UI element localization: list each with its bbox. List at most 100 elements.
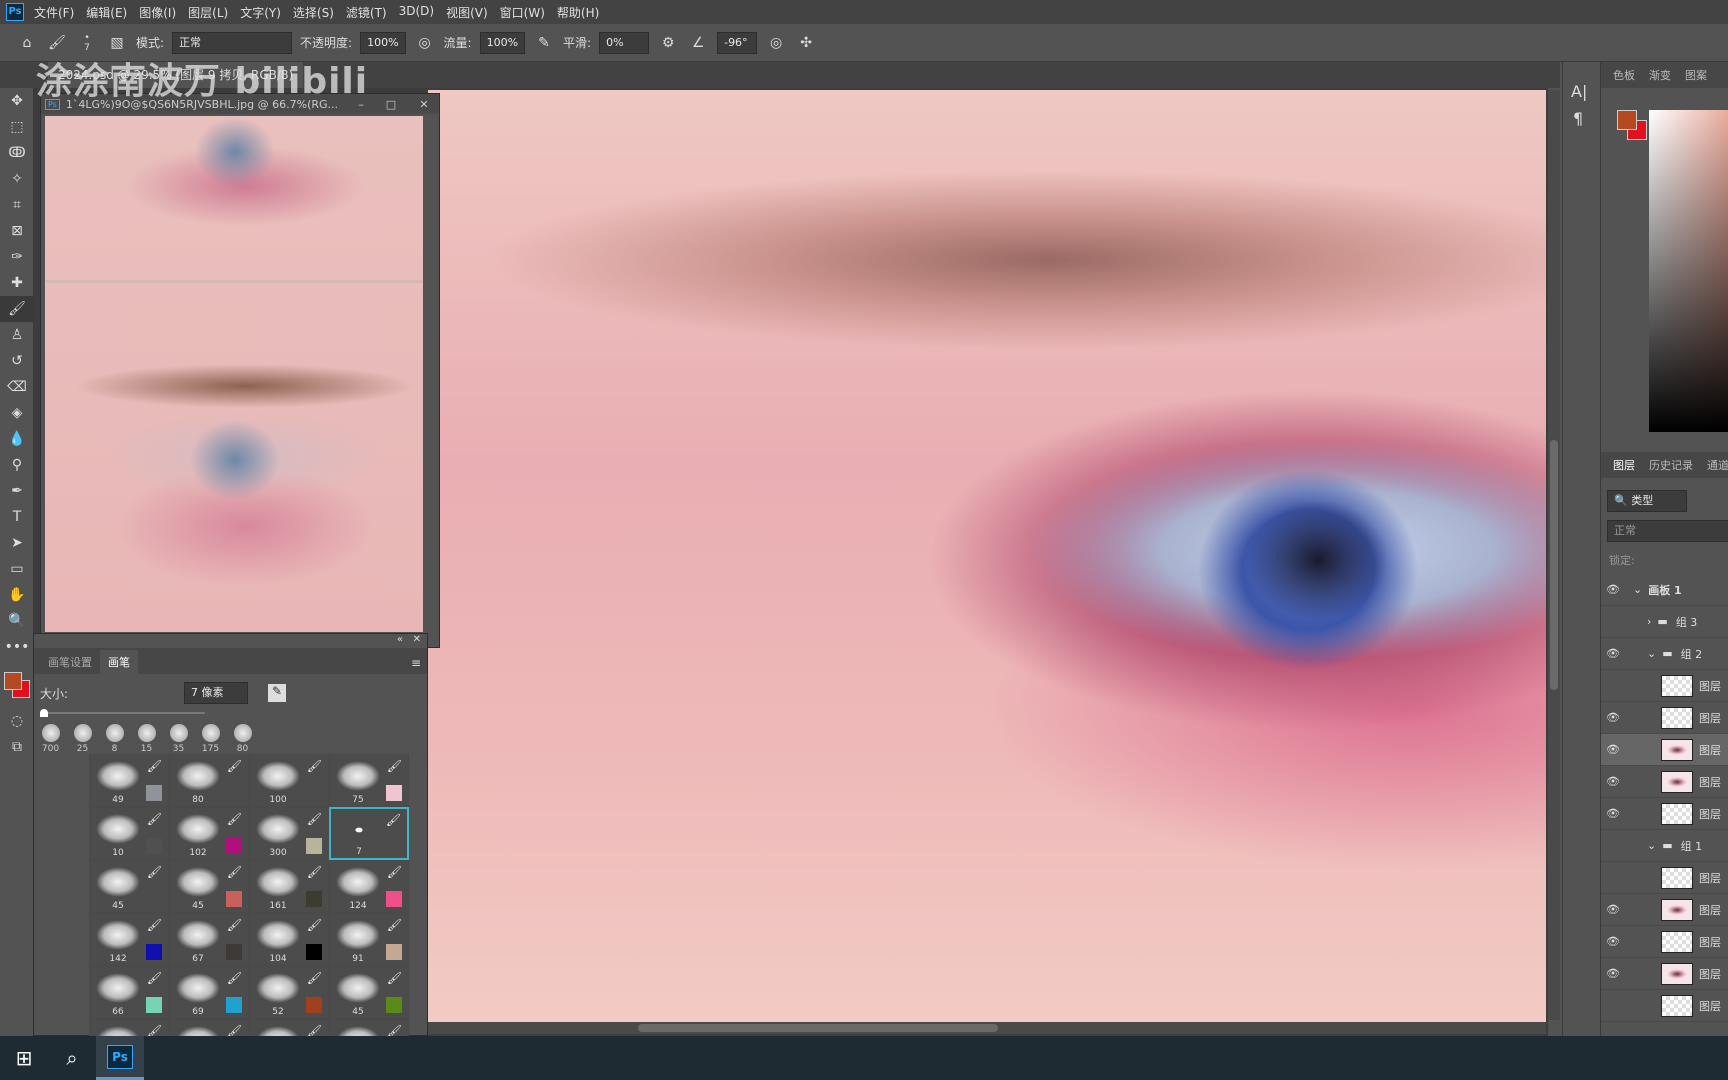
gear-icon[interactable]: ⚙: [657, 32, 679, 54]
reference-image-window[interactable]: Ps 1`4LG%)9O@$QS6N5RJVSBHL.jpg @ 66.7%(R…: [40, 93, 440, 648]
frame-tool-icon[interactable]: ⊠: [0, 218, 34, 244]
eye-icon[interactable]: 👁: [1601, 967, 1625, 980]
brush-item[interactable]: 🖌 75: [329, 754, 409, 807]
horizontal-scrollbar[interactable]: [428, 1022, 1546, 1034]
brush-tool-preset-icon[interactable]: 🖌: [46, 32, 68, 54]
layer-filter-select[interactable]: 🔍 类型: [1607, 490, 1687, 512]
dodge-tool-icon[interactable]: ⚲: [0, 452, 34, 478]
flow-input[interactable]: 100%: [479, 31, 526, 54]
menu-item[interactable]: 编辑(E): [86, 4, 127, 21]
layer-row[interactable]: 👁 图层: [1601, 798, 1728, 830]
brush-item[interactable]: 🖌 100: [249, 754, 329, 807]
close-panel-icon[interactable]: ✕: [413, 634, 421, 645]
eraser-tool-icon[interactable]: ⌫: [0, 374, 34, 400]
quick-mask-icon[interactable]: ◌: [0, 708, 34, 734]
pen-tool-icon[interactable]: ✒: [0, 478, 34, 504]
layer-row[interactable]: ⌄ ▬ 组 1: [1601, 830, 1728, 862]
brush-tool-icon[interactable]: 🖌: [0, 296, 34, 322]
brush-item[interactable]: 🖌 67: [169, 913, 249, 966]
healing-tool-icon[interactable]: ✚: [0, 270, 34, 296]
brush-item[interactable]: 🖌 66: [89, 966, 169, 1019]
layer-row[interactable]: 👁 图层: [1601, 894, 1728, 926]
tab-swatches[interactable]: 色板: [1613, 67, 1635, 83]
brush-preset[interactable]: 25: [72, 724, 93, 754]
eyedropper-tool-icon[interactable]: ✑: [0, 244, 34, 270]
brush-preset[interactable]: 175: [200, 724, 221, 754]
brush-preset[interactable]: 15: [136, 724, 157, 754]
brush-settings-toggle-icon[interactable]: ▧: [106, 32, 128, 54]
taskbar-photoshop[interactable]: Ps: [96, 1036, 144, 1080]
collapse-icon[interactable]: «: [397, 634, 403, 645]
painting-canvas[interactable]: [428, 90, 1546, 1022]
panel-menu-icon[interactable]: ≡: [405, 652, 427, 674]
chevron-down-icon[interactable]: ⌄: [1633, 583, 1642, 596]
move-tool-icon[interactable]: ✥: [0, 88, 34, 114]
eye-icon[interactable]: 👁: [1601, 583, 1625, 596]
brush-item[interactable]: 🖌 7: [329, 807, 409, 860]
menu-item[interactable]: 帮助(H): [557, 4, 599, 21]
eye-icon[interactable]: 👁: [1601, 935, 1625, 948]
search-icon[interactable]: ⌕: [48, 1036, 96, 1080]
more-tool-icon[interactable]: •••: [0, 634, 34, 660]
scroll-thumb[interactable]: [1550, 440, 1558, 690]
menu-item[interactable]: 滤镜(T): [346, 4, 387, 21]
paragraph-panel-icon[interactable]: ¶: [1573, 109, 1600, 128]
size-slider[interactable]: [40, 709, 205, 717]
blur-tool-icon[interactable]: 💧: [0, 426, 34, 452]
chevron-down-icon[interactable]: ⌄: [1647, 647, 1656, 660]
eye-icon[interactable]: 👁: [1601, 711, 1625, 724]
brush-item[interactable]: 🖌 45: [329, 966, 409, 1019]
tab-channels[interactable]: 通道: [1707, 457, 1728, 473]
eye-icon[interactable]: 👁: [1601, 647, 1625, 660]
airbrush-icon[interactable]: ✎: [533, 32, 555, 54]
brush-preset[interactable]: 700: [40, 724, 61, 754]
character-panel-icon[interactable]: A|: [1571, 82, 1600, 101]
layer-row[interactable]: › ▬ 组 3: [1601, 606, 1728, 638]
menu-item[interactable]: 3D(D): [399, 4, 434, 21]
menu-item[interactable]: 图层(L): [188, 4, 228, 21]
opacity-input[interactable]: 100%: [360, 31, 406, 54]
brush-item[interactable]: 🖌 142: [89, 913, 169, 966]
new-brush-icon[interactable]: ✎: [268, 684, 287, 702]
layer-row[interactable]: 👁 图层: [1601, 702, 1728, 734]
lasso-tool-icon[interactable]: ↂ: [0, 140, 34, 166]
eye-icon[interactable]: 👁: [1601, 743, 1625, 756]
tab-brush-settings[interactable]: 画笔设置: [40, 650, 100, 674]
foreground-color-swatch[interactable]: [4, 672, 22, 690]
marquee-tool-icon[interactable]: ⬚: [0, 114, 34, 140]
menu-item[interactable]: 视图(V): [446, 4, 488, 21]
brush-item[interactable]: 🖌 104: [249, 913, 329, 966]
hand-tool-icon[interactable]: ✋: [0, 582, 34, 608]
menu-item[interactable]: 图像(I): [139, 4, 176, 21]
brush-item[interactable]: 🖌 52: [249, 966, 329, 1019]
brush-item[interactable]: 🖌 102: [169, 807, 249, 860]
brush-item[interactable]: 🖌 80: [169, 754, 249, 807]
zoom-tool-icon[interactable]: 🔍: [0, 608, 34, 634]
brush-size-picker[interactable]: • 7: [76, 32, 98, 54]
angle-input[interactable]: -96°: [717, 31, 758, 54]
home-icon[interactable]: ⌂: [16, 32, 38, 54]
size-input[interactable]: 7 像素: [184, 682, 249, 704]
chevron-right-icon[interactable]: ›: [1647, 615, 1651, 628]
scroll-thumb[interactable]: [638, 1024, 998, 1032]
paint-bucket-tool-icon[interactable]: ◈: [0, 400, 34, 426]
layer-row[interactable]: 👁 图层: [1601, 926, 1728, 958]
layer-row[interactable]: 👁 图层: [1601, 734, 1728, 766]
maximize-icon[interactable]: □: [379, 98, 403, 111]
magic-wand-tool-icon[interactable]: ✧: [0, 166, 34, 192]
path-select-tool-icon[interactable]: ➤: [0, 530, 34, 556]
eye-icon[interactable]: 👁: [1601, 807, 1625, 820]
close-icon[interactable]: ✕: [409, 98, 439, 111]
layer-row[interactable]: 图层: [1601, 990, 1728, 1022]
brush-item[interactable]: 🖌 10: [89, 807, 169, 860]
menu-item[interactable]: 文字(Y): [240, 4, 281, 21]
layer-row[interactable]: 👁 ⌄ 画板 1: [1601, 574, 1728, 606]
tab-gradients[interactable]: 渐变: [1649, 67, 1671, 83]
brush-item[interactable]: 🖌 124: [329, 860, 409, 913]
brush-preset[interactable]: 8: [104, 724, 125, 754]
tab-brushes[interactable]: 画笔: [100, 650, 138, 674]
screen-mode-icon[interactable]: ⧉: [0, 734, 34, 760]
layer-row[interactable]: 图层: [1601, 670, 1728, 702]
brush-item[interactable]: 🖌 161: [249, 860, 329, 913]
type-tool-icon[interactable]: T: [0, 504, 34, 530]
